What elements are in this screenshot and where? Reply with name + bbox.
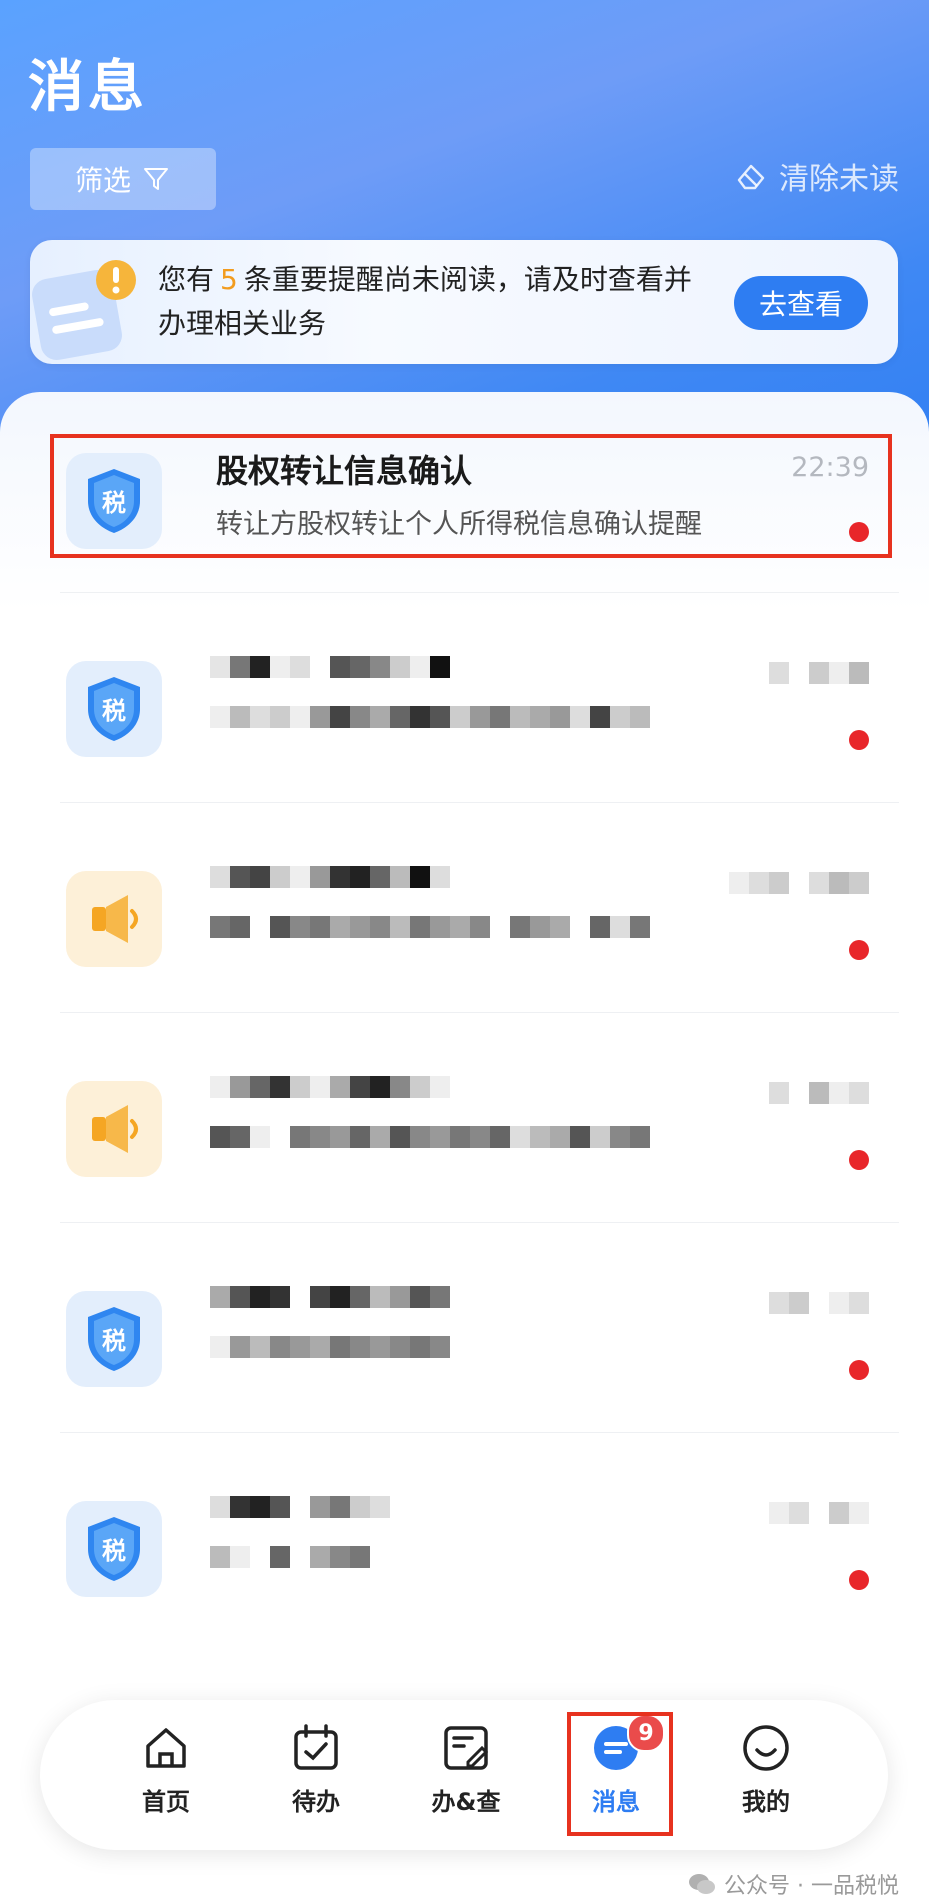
tax-char: 税 [102,1327,126,1355]
unread-dot [849,1150,869,1170]
redacted-desc [210,1126,650,1148]
important-alert-card[interactable]: 您有 5 条重要提醒尚未阅读，请及时查看并办理相关业务 去查看 [30,240,898,364]
redacted-time [769,1292,869,1314]
redacted-title [210,1286,450,1308]
message-item-redacted[interactable]: 税 [0,1432,929,1632]
watermark: 公众号 · 一品税悦 [688,1868,899,1900]
message-item-redacted[interactable]: 税 [0,1222,929,1422]
divider [60,1432,899,1433]
tab-mine[interactable]: 我的 [711,1720,821,1830]
tab-home[interactable]: 首页 [111,1720,221,1830]
redacted-time [729,872,869,894]
divider [60,1222,899,1223]
message-item-redacted[interactable] [0,1012,929,1212]
eraser-icon [737,164,765,190]
go-view-button[interactable]: 去查看 [734,276,868,330]
divider [60,592,899,593]
unread-dot [849,730,869,750]
home-icon [146,1728,186,1768]
smile-icon [743,1725,789,1771]
unread-dot [849,1570,869,1590]
clear-unread-label: 清除未读 [779,162,899,197]
tax-shield-icon: 税 [66,1501,162,1597]
redacted-desc [210,1336,450,1358]
redacted-desc [210,706,650,728]
megaphone-icon [66,1081,162,1177]
tax-shield-icon: 税 [66,1291,162,1387]
filter-label: 筛选 [74,164,131,197]
highlight-annotation [567,1712,673,1836]
tab-label: 待办 [292,1788,340,1816]
tax-shield-icon: 税 [66,661,162,757]
highlight-annotation [50,434,892,558]
alert-count: 5 [220,263,238,296]
tab-label: 首页 [142,1788,190,1816]
tab-label: 办&查 [431,1788,501,1816]
calendar-check-icon [294,1724,338,1770]
message-item-redacted[interactable] [0,802,929,1002]
bottom-tab-bar: 首页 待办 办&查 9 消息 我的 [40,1700,888,1850]
tab-label: 我的 [742,1788,790,1816]
message-item-redacted[interactable]: 税 [0,592,929,792]
redacted-time [769,662,869,684]
alert-notepad-icon [32,260,136,360]
tax-char: 税 [102,1537,126,1565]
clear-unread-button[interactable]: 清除未读 [733,154,899,198]
wechat-icon [689,1874,716,1894]
redacted-desc [210,916,650,938]
tab-handle-query[interactable]: 办&查 [411,1720,521,1830]
tax-char: 税 [102,697,126,725]
redacted-title [210,866,450,888]
tab-todo[interactable]: 待办 [261,1720,371,1830]
filter-button[interactable]: 筛选 [30,148,216,210]
redacted-time [769,1082,869,1104]
redacted-title [210,1496,390,1518]
unread-dot [849,940,869,960]
redacted-desc [210,1546,370,1568]
document-edit-icon [444,1726,489,1770]
alert-message: 您有 5 条重要提醒尚未阅读，请及时查看并办理相关业务 [158,258,718,346]
redacted-title [210,656,450,678]
funnel-icon [144,168,168,190]
alert-prefix: 您有 [158,263,215,296]
divider [60,802,899,803]
redacted-title [210,1076,450,1098]
watermark-text: 公众号 · 一品税悦 [724,1874,899,1899]
unread-dot [849,1360,869,1380]
divider [60,1012,899,1013]
megaphone-icon [66,871,162,967]
redacted-time [769,1502,869,1524]
page-title: 消息 [28,55,148,120]
